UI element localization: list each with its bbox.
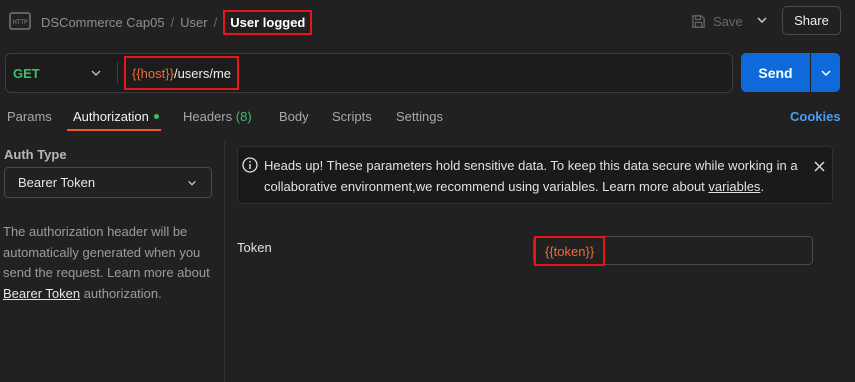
save-label: Save [713, 13, 743, 29]
chevron-down-icon [188, 180, 196, 186]
variables-link[interactable]: variables [708, 179, 760, 194]
panel-divider[interactable] [224, 141, 225, 382]
url-bar [5, 53, 733, 93]
send-button[interactable]: Send [741, 53, 810, 92]
save-button[interactable]: Save [691, 10, 743, 32]
breadcrumb-collection[interactable]: DSCommerce Cap05 [41, 15, 165, 30]
breadcrumb: DSCommerce Cap05 / User / User logged [41, 9, 313, 35]
active-tab-indicator [67, 129, 161, 131]
token-value: {{token}} [534, 236, 606, 266]
tab-scripts[interactable]: Scripts [332, 109, 372, 124]
alert-text-suffix: . [760, 179, 765, 194]
url-divider [117, 62, 118, 84]
svg-text:HTTP: HTTP [12, 19, 28, 26]
url-host-variable: {{host}} [132, 65, 174, 81]
headers-count: (8) [235, 109, 252, 124]
tab-settings[interactable]: Settings [396, 109, 443, 124]
breadcrumb-separator: / [213, 14, 218, 30]
url-path: /users/me [173, 65, 232, 81]
url-input[interactable]: {{host}} /users/me [124, 56, 240, 90]
status-dot-icon [153, 114, 159, 120]
tab-headers[interactable]: Headers (8) [183, 109, 252, 124]
request-name[interactable]: User logged [223, 9, 313, 35]
auth-type-label: Auth Type [4, 147, 67, 162]
auth-type-value: Bearer Token [18, 175, 96, 190]
save-icon [692, 14, 705, 28]
token-label: Token [237, 240, 272, 255]
info-icon [242, 157, 258, 173]
tab-params[interactable]: Params [7, 109, 52, 124]
bearer-token-link[interactable]: Bearer Token [3, 286, 80, 301]
cookies-link[interactable]: Cookies [790, 109, 841, 124]
chevron-down-icon [820, 69, 831, 76]
chevron-down-icon[interactable] [754, 12, 770, 28]
method-select[interactable]: GET [13, 66, 40, 81]
tab-label: Headers [183, 109, 233, 124]
share-button[interactable]: Share [782, 6, 841, 35]
chevron-down-icon[interactable] [89, 66, 103, 80]
http-request-icon: HTTP [9, 12, 31, 30]
tab-label: Authorization [73, 109, 149, 124]
send-options-button[interactable] [811, 53, 840, 92]
auth-description-suffix: authorization. [80, 285, 162, 301]
alert-message: Heads up! These parameters hold sensitiv… [264, 155, 804, 197]
breadcrumb-separator: / [170, 14, 175, 30]
auth-type-select[interactable]: Bearer Token [4, 167, 212, 198]
close-icon[interactable] [812, 159, 827, 174]
tab-body[interactable]: Body [279, 109, 309, 124]
breadcrumb-folder[interactable]: User [180, 15, 207, 30]
tab-authorization[interactable]: Authorization [73, 109, 159, 124]
auth-description-text: The authorization header will be automat… [3, 224, 210, 280]
auth-description: The authorization header will be automat… [3, 222, 218, 304]
